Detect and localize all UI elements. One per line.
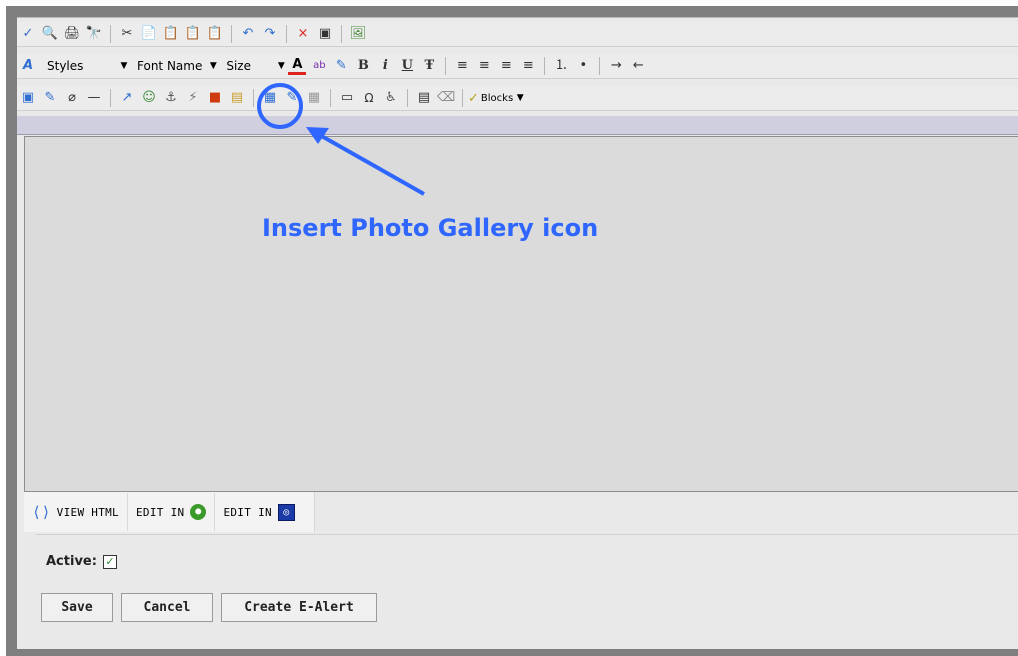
cancel-button[interactable]: Cancel	[121, 593, 213, 622]
delete-icon[interactable]: ×	[294, 25, 312, 43]
ordered-list-icon[interactable]: ⒈	[552, 57, 570, 75]
table-icon[interactable]: ▦	[261, 89, 279, 107]
active-label: Active:	[46, 554, 97, 569]
eraser-format-icon[interactable]: ✎	[332, 57, 350, 75]
view-html-label: VIEW HTML	[56, 505, 119, 519]
separator	[407, 89, 408, 107]
form-icon[interactable]: ▭	[338, 89, 356, 107]
template-icon[interactable]: ▤	[415, 89, 433, 107]
toolbar-row-1: ✓ 🔍 🖨 🔭 ✂ 📄 📋 📋 📋 ↶ ↷ × ▣ 🖼	[17, 22, 1018, 47]
size-dropdown[interactable]: Size ▼	[222, 57, 286, 75]
active-field: Active: ✓	[46, 554, 117, 569]
chevron-down-icon: ▼	[120, 61, 128, 71]
separator	[231, 25, 232, 43]
strikethrough-icon[interactable]: Ŧ	[420, 57, 438, 75]
indent-icon[interactable]: →	[607, 57, 625, 75]
separator	[544, 57, 546, 75]
align-justify-icon[interactable]: ≡	[519, 57, 537, 75]
font-name-dropdown[interactable]: Font Name ▼	[133, 57, 218, 75]
tab-edit-in-dreamweaver[interactable]: EDIT IN ●	[128, 492, 214, 532]
spellcheck-icon[interactable]: ✓	[19, 25, 37, 43]
clear-format-icon[interactable]: ⌫	[437, 89, 455, 107]
find-icon[interactable]: 🔍	[41, 25, 59, 43]
separator	[599, 57, 601, 75]
unordered-list-icon[interactable]: •	[574, 57, 592, 75]
view-html-icon: ⟨⟩	[32, 503, 51, 521]
underline-icon[interactable]: U	[398, 57, 416, 75]
anchor-icon[interactable]: ⚓	[162, 89, 180, 107]
active-checkbox[interactable]: ✓	[102, 554, 117, 569]
undo-icon[interactable]: ↶	[239, 25, 257, 43]
highlight-icon[interactable]: ab	[310, 57, 328, 75]
redo-icon[interactable]: ↷	[261, 25, 279, 43]
print-icon[interactable]: 🖨	[63, 25, 81, 43]
presentation-icon[interactable]: 🖼	[349, 25, 367, 43]
align-right-icon[interactable]: ≡	[497, 57, 515, 75]
link-icon[interactable]: ↗	[118, 89, 136, 107]
toolbar-grip	[17, 116, 1018, 135]
paste-text-icon[interactable]: 📋	[184, 25, 202, 43]
editor-mode-tabs: ⟨⟩ VIEW HTML EDIT IN ● EDIT IN ◎	[24, 492, 315, 532]
special-char-icon[interactable]: Ω	[360, 89, 378, 107]
edit-in-label: EDIT IN	[223, 505, 272, 519]
chevron-down-icon: ▼	[209, 61, 217, 71]
separator	[341, 25, 342, 43]
annotation-callout: Insert Photo Gallery icon	[262, 214, 599, 242]
table-cells-icon[interactable]: ▦	[305, 89, 323, 107]
table-edit-icon[interactable]: ✎	[283, 89, 301, 107]
outdent-icon[interactable]: ←	[629, 57, 647, 75]
separator	[286, 25, 287, 43]
app-icon: ◎	[277, 503, 295, 521]
edit-image-icon[interactable]: ✎	[41, 89, 59, 107]
align-center-icon[interactable]: ≡	[475, 57, 493, 75]
horizontal-rule-icon[interactable]: —	[85, 89, 103, 107]
tab-view-html[interactable]: ⟨⟩ VIEW HTML	[24, 492, 127, 532]
styles-icon: A	[22, 58, 34, 73]
bold-icon[interactable]: B	[354, 57, 372, 75]
separator	[253, 89, 254, 107]
image-icon[interactable]: ▣	[19, 89, 37, 107]
separator	[110, 25, 111, 43]
blocks-icon: ✓	[468, 90, 479, 106]
blocks-dropdown[interactable]: ✓ Blocks ▼	[468, 89, 525, 107]
save-button[interactable]: Save	[41, 593, 113, 622]
copy-icon[interactable]: 📄	[140, 25, 158, 43]
styles-dropdown[interactable]: Styles ▼	[43, 57, 129, 75]
create-e-alert-button[interactable]: Create E-Alert	[221, 593, 377, 622]
paste-word-icon[interactable]: 📋	[206, 25, 224, 43]
select-all-icon[interactable]: ▣	[316, 25, 334, 43]
media-icon[interactable]: ▤	[228, 89, 246, 107]
chevron-down-icon: ▼	[516, 93, 524, 103]
photo-gallery-icon[interactable]: ■	[206, 89, 224, 107]
toolbar-row-3: ▣ ✎ ⌀ — ↗ ☺ ⚓ ⚡ ■ ▤ ▦ ✎ ▦ ▭ Ω ♿ ▤ ⌫ ✓ Bl…	[17, 86, 1018, 111]
edit-in-label: EDIT IN	[135, 505, 185, 519]
italic-icon[interactable]: i	[376, 57, 394, 75]
separator	[462, 89, 463, 107]
chevron-down-icon: ▼	[277, 61, 285, 71]
size-label: Size	[226, 59, 251, 73]
cut-icon[interactable]: ✂	[118, 25, 136, 43]
font-color-icon[interactable]: A	[288, 57, 307, 75]
styles-label: Styles	[47, 59, 84, 73]
web-link-icon[interactable]: ☺	[140, 89, 158, 107]
flash-icon[interactable]: ⚡	[184, 89, 202, 107]
paste-icon[interactable]: 📋	[162, 25, 180, 43]
separator	[330, 89, 331, 107]
divider	[36, 534, 1018, 535]
blocks-label: Blocks	[480, 92, 514, 104]
editor-content-area[interactable]	[24, 136, 1018, 492]
separator	[110, 89, 111, 107]
dreamweaver-icon: ●	[190, 504, 207, 520]
accessibility-icon[interactable]: ♿	[382, 89, 400, 107]
align-left-icon[interactable]: ≡	[453, 57, 471, 75]
toolbar-row-2: A Styles ▼ Font Name ▼ Size ▼ A ab ✎ B i…	[17, 54, 1018, 79]
tab-edit-in-app[interactable]: EDIT IN ◎	[215, 492, 302, 532]
font-name-label: Font Name	[137, 59, 203, 73]
binoculars-icon[interactable]: 🔭	[85, 25, 103, 43]
attachment-icon[interactable]: ⌀	[63, 89, 81, 107]
separator	[445, 57, 447, 75]
